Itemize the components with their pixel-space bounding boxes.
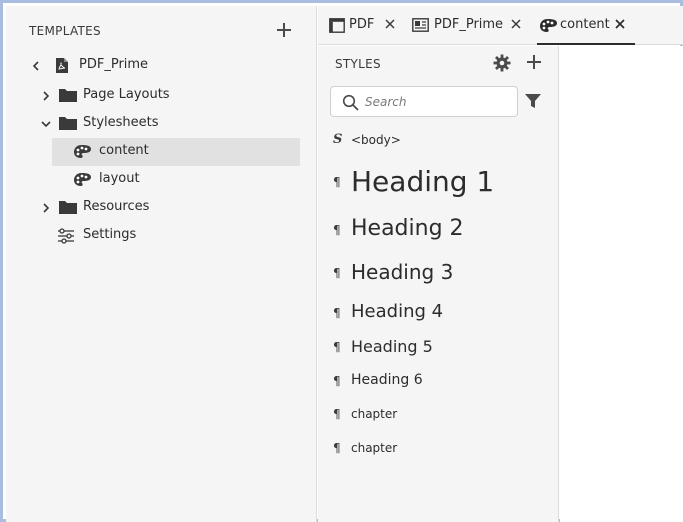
templates-header: TEMPLATES bbox=[6, 6, 317, 56]
tree-item-label: content bbox=[99, 143, 149, 158]
tab-pdf[interactable]: PDF bbox=[318, 6, 404, 45]
editor-canvas[interactable] bbox=[560, 46, 683, 522]
close-icon[interactable] bbox=[510, 18, 522, 30]
palette-icon bbox=[73, 172, 91, 188]
paragraph-icon: ¶ bbox=[333, 441, 341, 455]
tree-item-pdf-prime[interactable]: PDF_Prime bbox=[24, 52, 303, 80]
style-label: Heading 2 bbox=[351, 216, 464, 241]
search-icon bbox=[342, 94, 359, 111]
style-label: chapter bbox=[351, 407, 398, 421]
style-marker: S bbox=[333, 132, 343, 147]
folder-icon bbox=[59, 200, 77, 216]
palette-icon bbox=[539, 18, 558, 37]
search-box[interactable] bbox=[330, 86, 518, 117]
style-item-heading-2[interactable]: ¶ Heading 2 bbox=[318, 213, 558, 247]
chevron-right-icon[interactable] bbox=[41, 91, 51, 101]
tab-label: PDF_Prime bbox=[434, 17, 504, 32]
folder-icon bbox=[59, 116, 77, 132]
chevron-left-icon[interactable] bbox=[31, 61, 41, 71]
filter-icon[interactable] bbox=[525, 93, 541, 109]
tab-label: PDF bbox=[349, 17, 375, 32]
tree-item-label: Stylesheets bbox=[83, 115, 159, 130]
style-label: Heading 4 bbox=[351, 301, 444, 322]
style-label: <body> bbox=[351, 133, 401, 147]
tab-pdf-prime[interactable]: PDF_Prime bbox=[404, 6, 534, 45]
tree-item-label: Settings bbox=[83, 227, 137, 242]
paragraph-icon: ¶ bbox=[333, 266, 341, 280]
paragraph-icon: ¶ bbox=[333, 407, 341, 421]
pdf-file-icon bbox=[55, 57, 73, 73]
close-icon[interactable] bbox=[614, 18, 626, 30]
style-item-heading-1[interactable]: ¶ Heading 1 bbox=[318, 162, 558, 204]
style-label: Heading 3 bbox=[351, 260, 454, 284]
add-style-icon[interactable] bbox=[527, 55, 541, 69]
style-item-heading-6[interactable]: ¶ Heading 6 bbox=[318, 370, 558, 394]
palette-icon bbox=[73, 144, 91, 160]
tree-item-label: Resources bbox=[83, 199, 150, 214]
app-frame: TEMPLATES PDF_Prime Page Layouts Stylesh… bbox=[0, 0, 683, 522]
editor-tab-bar: PDF PDF_Prime content bbox=[318, 6, 683, 45]
search-input[interactable] bbox=[365, 92, 510, 112]
tree-item-label: Page Layouts bbox=[83, 87, 170, 102]
folder-icon bbox=[59, 88, 77, 104]
style-label: Heading 1 bbox=[351, 165, 495, 198]
tree-item-page-layouts[interactable]: Page Layouts bbox=[24, 82, 303, 110]
style-label: Heading 6 bbox=[351, 372, 423, 388]
paragraph-icon: ¶ bbox=[333, 374, 341, 388]
tab-content[interactable]: content bbox=[537, 6, 635, 45]
tree-item-stylesheets[interactable]: Stylesheets bbox=[24, 110, 303, 138]
tree-item-label: PDF_Prime bbox=[79, 57, 149, 72]
style-item-heading-4[interactable]: ¶ Heading 4 bbox=[318, 298, 558, 328]
window-icon bbox=[329, 18, 345, 37]
paragraph-icon: ¶ bbox=[333, 223, 341, 237]
tree-item-label: layout bbox=[99, 171, 140, 186]
styles-title: STYLES bbox=[335, 57, 381, 71]
templates-title: TEMPLATES bbox=[29, 24, 101, 38]
add-template-icon[interactable] bbox=[277, 23, 291, 37]
gear-icon[interactable] bbox=[493, 54, 511, 72]
paragraph-icon: ¶ bbox=[333, 306, 341, 320]
paragraph-icon: ¶ bbox=[333, 175, 341, 189]
tab-label: content bbox=[560, 17, 610, 32]
chevron-down-icon[interactable] bbox=[41, 119, 51, 129]
tree-item-settings[interactable]: Settings bbox=[24, 222, 303, 250]
style-item-heading-3[interactable]: ¶ Heading 3 bbox=[318, 257, 558, 289]
style-item-body[interactable]: S <body> bbox=[318, 129, 558, 151]
tree-item-content[interactable]: content bbox=[52, 138, 300, 166]
style-item-heading-5[interactable]: ¶ Heading 5 bbox=[318, 335, 558, 361]
tree-item-layout[interactable]: layout bbox=[52, 166, 300, 194]
layout-icon bbox=[412, 18, 429, 36]
paragraph-icon: ¶ bbox=[333, 340, 341, 354]
close-icon[interactable] bbox=[384, 18, 396, 30]
style-label: chapter bbox=[351, 441, 398, 455]
style-label: Heading 5 bbox=[351, 337, 433, 356]
style-item-chapter[interactable]: ¶ chapter bbox=[318, 438, 558, 460]
templates-panel: TEMPLATES PDF_Prime Page Layouts Stylesh… bbox=[6, 6, 317, 522]
sliders-icon bbox=[57, 228, 75, 244]
chevron-right-icon[interactable] bbox=[41, 203, 51, 213]
style-item-chapter[interactable]: ¶ chapter bbox=[318, 404, 558, 426]
tree-item-resources[interactable]: Resources bbox=[24, 194, 303, 222]
styles-panel: STYLES S <body> ¶ Heading 1 ¶ Heading 2 … bbox=[318, 46, 559, 522]
